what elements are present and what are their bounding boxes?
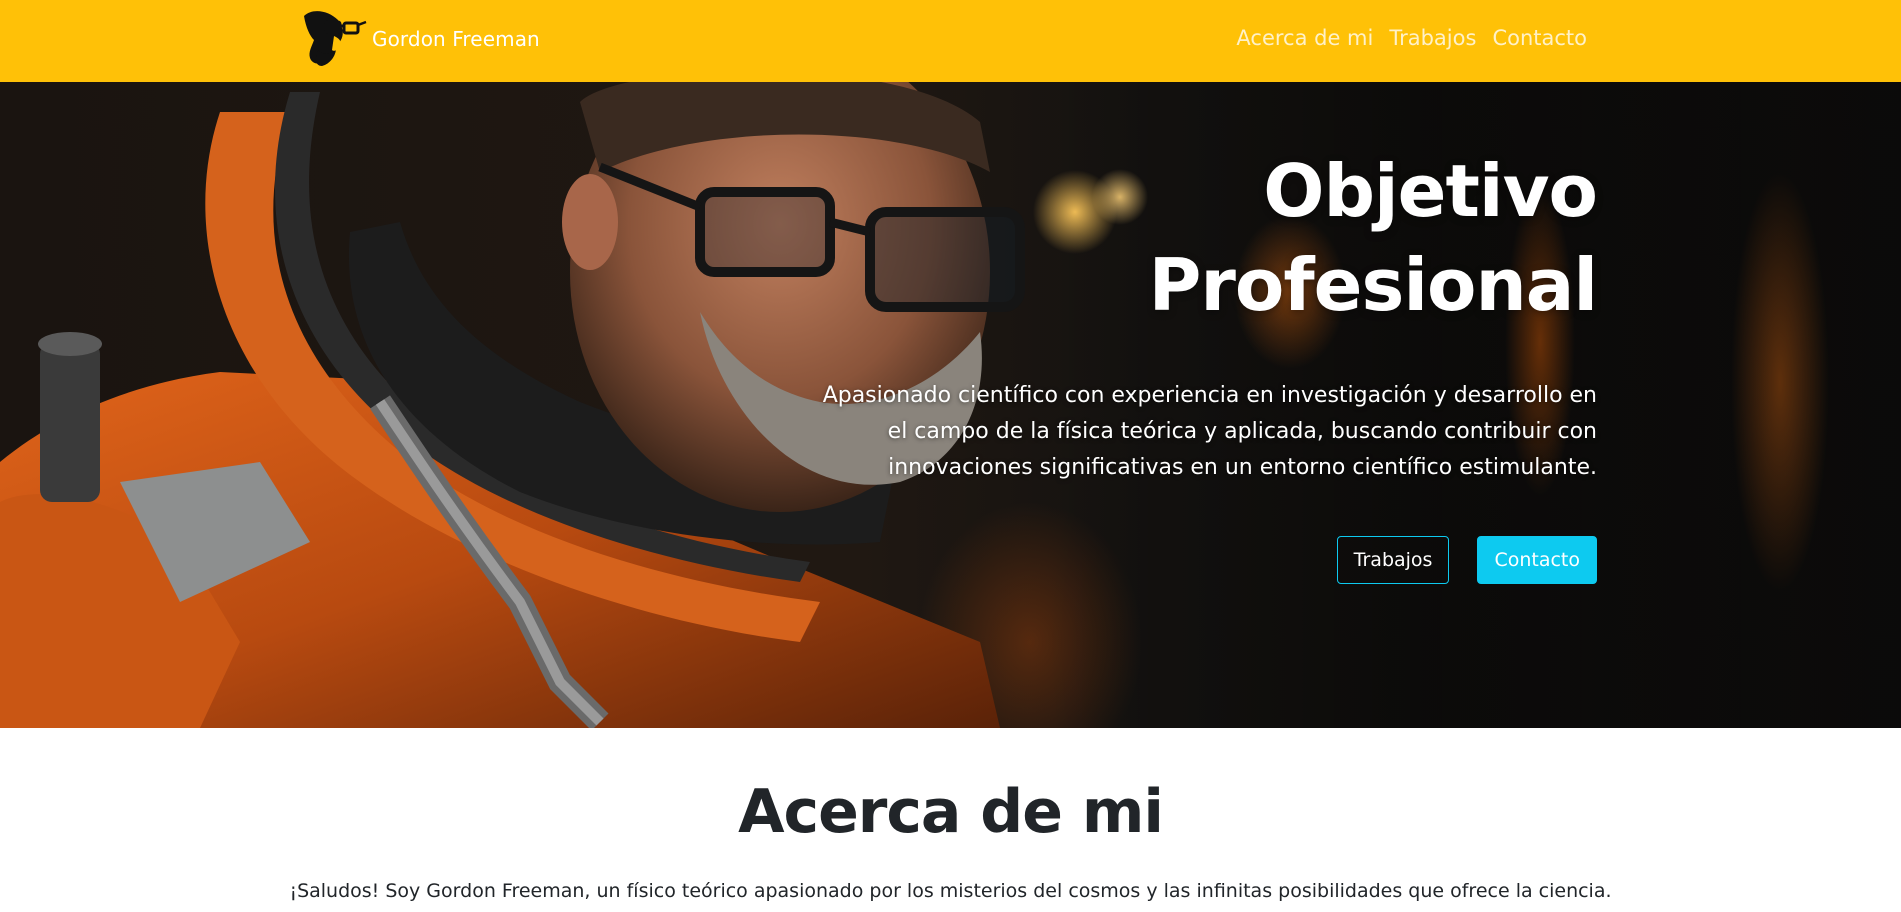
glasses-face-logo-icon (304, 11, 367, 66)
navbar: Gordon Freeman Acerca de mi Trabajos Con… (0, 0, 1901, 82)
hero-section: Objetivo Profesional Apasionado científi… (0, 82, 1901, 728)
hero-title-line2: Profesional (1148, 243, 1598, 327)
nav-link-work[interactable]: Trabajos (1381, 24, 1484, 52)
about-intro: ¡Saludos! Soy Gordon Freeman, un físico … (289, 880, 1612, 902)
contact-button[interactable]: Contacto (1477, 536, 1597, 584)
brand-link[interactable]: Gordon Freeman (298, 6, 540, 72)
hero-title-line1: Objetivo (1263, 149, 1598, 233)
brand-name: Gordon Freeman (372, 27, 540, 51)
nav-link-contact[interactable]: Contacto (1484, 24, 1587, 52)
about-title: Acerca de mi (738, 777, 1164, 847)
hero-description: Apasionado científico con experiencia en… (822, 383, 1597, 480)
nav-menu: Acerca de mi Trabajos Contacto (1228, 24, 1587, 52)
hero-title: Objetivo Profesional (1148, 144, 1598, 332)
work-button[interactable]: Trabajos (1336, 536, 1450, 584)
hero-buttons: Trabajos Contacto (1336, 536, 1597, 584)
nav-link-about[interactable]: Acerca de mi (1228, 24, 1381, 52)
